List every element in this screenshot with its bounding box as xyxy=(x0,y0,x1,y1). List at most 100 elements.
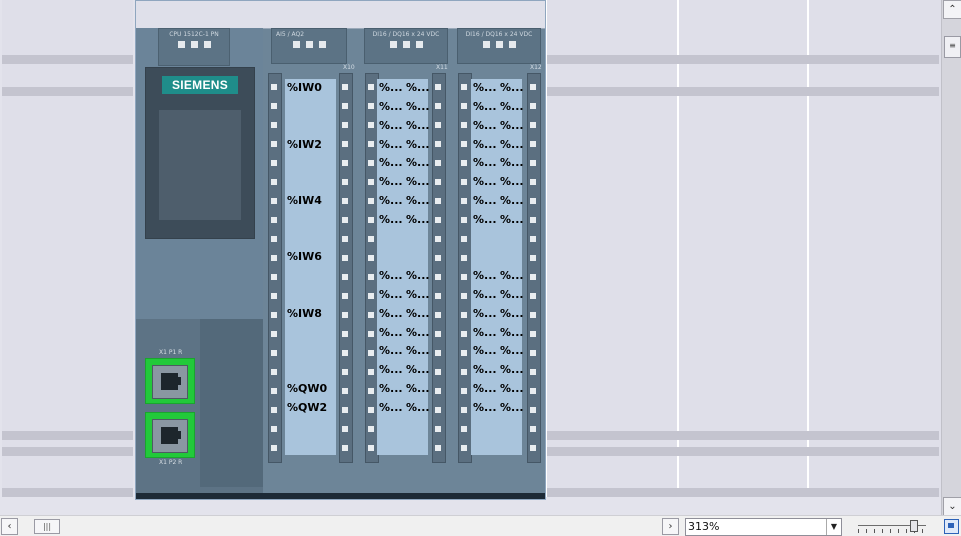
truncated-address[interactable]: %... xyxy=(379,173,403,191)
truncated-address[interactable]: %... xyxy=(500,380,524,398)
address-qw2[interactable]: %QW2 xyxy=(287,399,327,417)
truncated-address[interactable]: %... xyxy=(500,98,524,116)
plc-device[interactable]: CPU 1512C-1 PN AI5 / AQ2 DI16 / DQ16 x 2… xyxy=(135,0,546,500)
truncated-address[interactable]: %... xyxy=(500,305,524,323)
truncated-address[interactable]: %... xyxy=(473,380,497,398)
truncated-address[interactable]: %... xyxy=(473,324,497,342)
truncated-address[interactable]: %... xyxy=(473,267,497,285)
scroll-right-button[interactable]: › xyxy=(662,518,679,535)
truncated-address[interactable]: %... xyxy=(500,324,524,342)
truncated-address[interactable]: %... xyxy=(500,211,524,229)
address-iw6[interactable]: %IW6 xyxy=(287,248,322,266)
truncated-address[interactable]: %... xyxy=(406,117,430,135)
truncated-address[interactable]: %... xyxy=(406,380,430,398)
truncated-address[interactable]: %... xyxy=(406,342,430,360)
truncated-address[interactable]: %... xyxy=(473,399,497,417)
truncated-address[interactable]: %... xyxy=(473,154,497,172)
truncated-address[interactable]: %... xyxy=(406,361,430,379)
truncated-address[interactable]: %... xyxy=(473,98,497,116)
module-leds xyxy=(458,41,540,48)
truncated-address[interactable]: %... xyxy=(500,192,524,210)
truncated-address[interactable]: %... xyxy=(500,342,524,360)
truncated-address[interactable]: %... xyxy=(406,286,430,304)
truncated-address[interactable]: %... xyxy=(500,286,524,304)
vertical-scroll-thumb[interactable]: ≡ xyxy=(944,36,961,58)
truncated-address[interactable]: %... xyxy=(406,192,430,210)
truncated-address[interactable]: %... xyxy=(379,192,403,210)
truncated-address[interactable]: %... xyxy=(500,79,524,97)
truncated-address[interactable]: %... xyxy=(379,79,403,97)
truncated-address[interactable]: %... xyxy=(473,79,497,97)
rack-slot[interactable] xyxy=(807,0,941,497)
truncated-address[interactable]: %... xyxy=(473,136,497,154)
truncated-address[interactable]: %... xyxy=(379,399,403,417)
scroll-down-button[interactable]: ⌄ xyxy=(943,497,961,516)
address-iw0[interactable]: %IW0 xyxy=(287,79,322,97)
truncated-address[interactable]: %... xyxy=(379,267,403,285)
truncated-address[interactable]: %... xyxy=(500,117,524,135)
rack-slot[interactable] xyxy=(545,0,679,497)
terminal-strip xyxy=(458,73,472,463)
truncated-address[interactable]: %... xyxy=(379,98,403,116)
terminal-pin xyxy=(435,331,441,337)
rack-slot[interactable] xyxy=(677,0,809,497)
truncated-address[interactable]: %... xyxy=(379,286,403,304)
terminal-pin xyxy=(342,445,348,451)
truncated-address[interactable]: %... xyxy=(379,211,403,229)
address-iw2[interactable]: %IW2 xyxy=(287,136,322,154)
zoom-slider-thumb[interactable] xyxy=(910,520,918,532)
truncated-address[interactable]: %... xyxy=(406,399,430,417)
truncated-address[interactable]: %... xyxy=(379,324,403,342)
truncated-address[interactable]: %... xyxy=(473,361,497,379)
truncated-address[interactable]: %... xyxy=(379,342,403,360)
truncated-address[interactable]: %... xyxy=(500,399,524,417)
horizontal-scroll-thumb[interactable]: ||| xyxy=(34,519,60,534)
scroll-up-button[interactable]: ⌃ xyxy=(943,0,961,19)
vertical-scrollbar[interactable]: ⌃ ≡ ⌄ xyxy=(941,0,961,516)
zoom-fit-icon[interactable] xyxy=(944,519,959,534)
truncated-address[interactable]: %... xyxy=(406,136,430,154)
terminal-pin xyxy=(271,255,277,261)
truncated-address[interactable]: %... xyxy=(379,154,403,172)
truncated-address[interactable]: %... xyxy=(500,173,524,191)
scroll-left-button[interactable]: ‹ xyxy=(1,518,18,535)
truncated-address[interactable]: %... xyxy=(379,361,403,379)
chevron-down-icon[interactable]: ▼ xyxy=(826,519,841,535)
rack-slot[interactable] xyxy=(2,0,133,497)
truncated-address[interactable]: %... xyxy=(406,98,430,116)
ethernet-port-p1[interactable] xyxy=(145,358,195,404)
truncated-address[interactable]: %... xyxy=(500,361,524,379)
truncated-address[interactable]: %... xyxy=(406,324,430,342)
truncated-address[interactable]: %... xyxy=(379,117,403,135)
zoom-select[interactable]: 313% ▼ xyxy=(685,518,842,536)
status-bar: ‹ ||| › 313% ▼ xyxy=(0,515,961,536)
truncated-address[interactable]: %... xyxy=(500,154,524,172)
terminal-pin xyxy=(342,388,348,394)
truncated-address[interactable]: %... xyxy=(406,79,430,97)
truncated-address[interactable]: %... xyxy=(406,154,430,172)
truncated-address[interactable]: %... xyxy=(406,211,430,229)
truncated-address[interactable]: %... xyxy=(500,136,524,154)
address-iw8[interactable]: %IW8 xyxy=(287,305,322,323)
terminal-pin xyxy=(435,198,441,204)
address-iw4[interactable]: %IW4 xyxy=(287,192,322,210)
truncated-address[interactable]: %... xyxy=(379,380,403,398)
truncated-address[interactable]: %... xyxy=(406,305,430,323)
truncated-address[interactable]: %... xyxy=(379,136,403,154)
truncated-address[interactable]: %... xyxy=(473,117,497,135)
terminal-pin xyxy=(368,103,374,109)
device-view-canvas[interactable]: CPU 1512C-1 PN AI5 / AQ2 DI16 / DQ16 x 2… xyxy=(0,0,941,515)
truncated-address[interactable]: %... xyxy=(473,173,497,191)
terminal-pin xyxy=(342,217,348,223)
truncated-address[interactable]: %... xyxy=(473,286,497,304)
truncated-address[interactable]: %... xyxy=(473,305,497,323)
truncated-address[interactable]: %... xyxy=(406,267,430,285)
truncated-address[interactable]: %... xyxy=(379,305,403,323)
truncated-address[interactable]: %... xyxy=(473,192,497,210)
truncated-address[interactable]: %... xyxy=(500,267,524,285)
truncated-address[interactable]: %... xyxy=(406,173,430,191)
address-qw0[interactable]: %QW0 xyxy=(287,380,327,398)
ethernet-port-p2[interactable] xyxy=(145,412,195,458)
truncated-address[interactable]: %... xyxy=(473,211,497,229)
truncated-address[interactable]: %... xyxy=(473,342,497,360)
